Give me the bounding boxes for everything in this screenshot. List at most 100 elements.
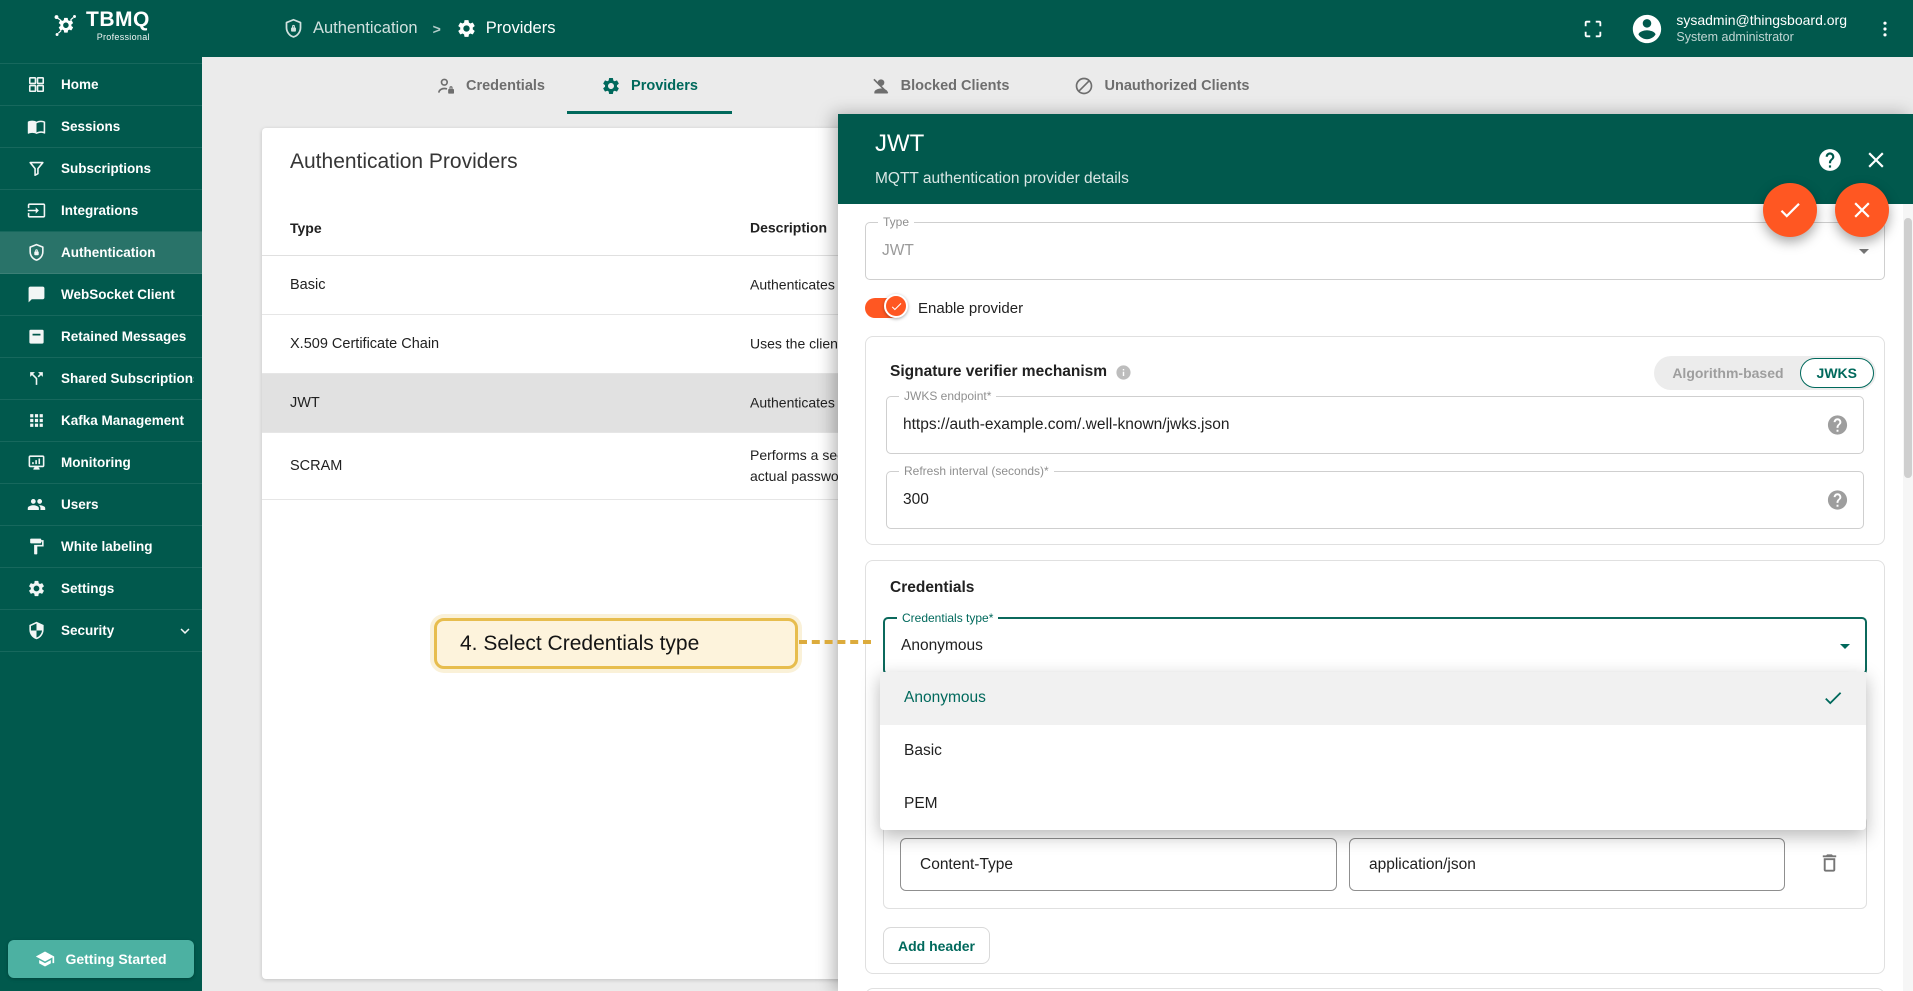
help-icon[interactable] (1817, 147, 1843, 173)
dropdown-option-anonymous[interactable]: Anonymous (880, 672, 1866, 725)
close-icon (1849, 197, 1875, 223)
call-split-icon (27, 369, 46, 388)
option-label: Basic (904, 742, 942, 759)
sidebar-item-websocket-client[interactable]: WebSocket Client (0, 274, 202, 316)
sidebar-item-monitoring[interactable]: Monitoring (0, 442, 202, 484)
dashboard-icon (27, 75, 46, 94)
column-header-type: Type (290, 219, 322, 236)
sidebar-item-settings[interactable]: Settings (0, 568, 202, 610)
user-block: sysadmin@thingsboard.org System administ… (1582, 0, 1895, 57)
field-help-icon[interactable] (1826, 489, 1849, 512)
logo-title: TBMQ (86, 8, 150, 31)
sidebar-item-sessions[interactable]: Sessions (0, 106, 202, 148)
person-off-icon (871, 76, 891, 96)
drawer-scrollbar[interactable] (1903, 204, 1913, 991)
field-help-icon[interactable] (1826, 414, 1849, 437)
mechanism-option-jwks[interactable]: JWKS (1799, 358, 1874, 388)
avatar[interactable] (1630, 12, 1664, 46)
sidebar-item-retained-messages[interactable]: Retained Messages (0, 316, 202, 358)
user-role: System administrator (1676, 29, 1794, 44)
credentials-type-value: Anonymous (901, 637, 983, 654)
sidebar-item-users[interactable]: Users (0, 484, 202, 526)
refresh-interval-field[interactable]: Refresh interval (seconds)* (886, 464, 1864, 529)
drawer-header: JWT MQTT authentication provider details (838, 114, 1913, 204)
dropdown-option-basic[interactable]: Basic (880, 725, 1866, 778)
breadcrumb-item-authentication[interactable]: Authentication (283, 18, 418, 39)
type-select[interactable]: Type JWT (865, 215, 1885, 280)
breadcrumb-label: Providers (485, 19, 556, 37)
sidebar-item-security[interactable]: Security (0, 610, 202, 652)
fullscreen-icon[interactable] (1582, 18, 1604, 40)
sidebar-item-label: Subscriptions (61, 161, 152, 176)
header-value-field[interactable] (1349, 838, 1785, 891)
jwks-endpoint-input[interactable] (903, 397, 1809, 453)
credentials-type-dropdown: Anonymous Basic PEM (880, 672, 1866, 830)
cell-description: Authenticates c (750, 276, 846, 293)
sidebar-item-white-labeling[interactable]: White labeling (0, 526, 202, 568)
discard-changes-fab[interactable] (1835, 183, 1889, 237)
tab-credentials[interactable]: Credentials (414, 57, 567, 114)
more-vert-icon[interactable] (1875, 19, 1895, 39)
refresh-interval-input[interactable] (903, 472, 1809, 528)
header-value-input[interactable] (1367, 839, 1776, 890)
cell-description: Uses the client (750, 335, 842, 352)
mechanism-option-algorithm-based[interactable]: Algorithm-based (1656, 358, 1799, 388)
tab-label: Blocked Clients (900, 77, 1010, 94)
drawer-title: JWT (875, 130, 925, 157)
caret-down-icon (1833, 634, 1857, 658)
breadcrumb-separator: > (432, 20, 441, 37)
sidebar-item-label: Sessions (61, 119, 121, 134)
tab-bar: Credentials Providers Blocked Clients Unaut… (202, 57, 1913, 114)
cell-type: Basic (290, 277, 326, 293)
apply-changes-fab[interactable] (1763, 183, 1817, 237)
breadcrumb-item-providers[interactable]: Providers (456, 18, 556, 39)
sidebar-item-label: Monitoring (61, 455, 131, 470)
shield-lock-icon (283, 18, 304, 39)
cell-description: Authenticates c (750, 394, 846, 411)
sidebar-item-label: Users (61, 497, 99, 512)
tbmq-app: TBMQ Professional Authentication > Provide… (0, 0, 1913, 991)
drawer-subtitle: MQTT authentication provider details (875, 170, 1129, 187)
delete-header-icon[interactable] (1818, 851, 1841, 874)
sidebar-item-integrations[interactable]: Integrations (0, 190, 202, 232)
provider-details-drawer: JWT MQTT authentication provider details… (838, 114, 1913, 991)
sidebar-item-subscriptions[interactable]: Subscriptions (0, 148, 202, 190)
tab-label: Credentials (466, 77, 545, 94)
tab-blocked-clients[interactable]: Blocked Clients (818, 57, 1062, 114)
scrollbar-thumb[interactable] (1904, 218, 1912, 478)
person-lock-icon (436, 76, 456, 96)
sidebar-item-authentication[interactable]: Authentication (0, 232, 202, 274)
paint-icon (27, 537, 46, 556)
getting-started-button[interactable]: Getting Started (8, 940, 194, 978)
header-name-field[interactable] (900, 838, 1337, 891)
gear-icon (27, 579, 46, 598)
page-title: Authentication Providers (290, 150, 518, 173)
sidebar-item-label: Shared Subscriptions (61, 371, 194, 386)
sidebar-item-label: Retained Messages (61, 329, 187, 344)
check-icon (1777, 197, 1803, 223)
user-info[interactable]: sysadmin@thingsboard.org System administ… (1676, 12, 1847, 46)
getting-started-label: Getting Started (65, 951, 167, 967)
close-drawer-icon[interactable] (1863, 147, 1889, 173)
enable-provider-toggle[interactable] (865, 294, 908, 318)
cell-description: Performs a sec actual passwor (750, 447, 845, 484)
info-icon[interactable] (1115, 364, 1132, 381)
credentials-type-select[interactable]: Credentials type* Anonymous (883, 611, 1867, 675)
sidebar-item-label: White labeling (61, 539, 153, 554)
sidebar-item-shared-subscriptions[interactable]: Shared Subscriptions (0, 358, 202, 400)
shield-lock-icon (27, 243, 46, 262)
sidebar-item-kafka-management[interactable]: Kafka Management (0, 400, 202, 442)
tab-providers[interactable]: Providers (567, 57, 732, 114)
signature-verifier-title: Signature verifier mechanism (890, 363, 1132, 381)
dropdown-option-pem[interactable]: PEM (880, 777, 1866, 830)
add-header-button[interactable]: Add header (883, 927, 990, 964)
jwks-endpoint-field[interactable]: JWKS endpoint* (886, 389, 1864, 454)
option-label: PEM (904, 794, 938, 812)
check-icon (890, 300, 903, 313)
sidebar-item-home[interactable]: Home (0, 63, 202, 106)
app-logo[interactable]: TBMQ Professional (52, 7, 150, 42)
header-name-input[interactable] (918, 839, 1328, 890)
input-icon (27, 201, 46, 220)
filter-icon (27, 159, 46, 178)
tab-unauthorized-clients[interactable]: Unauthorized Clients (1062, 57, 1262, 114)
